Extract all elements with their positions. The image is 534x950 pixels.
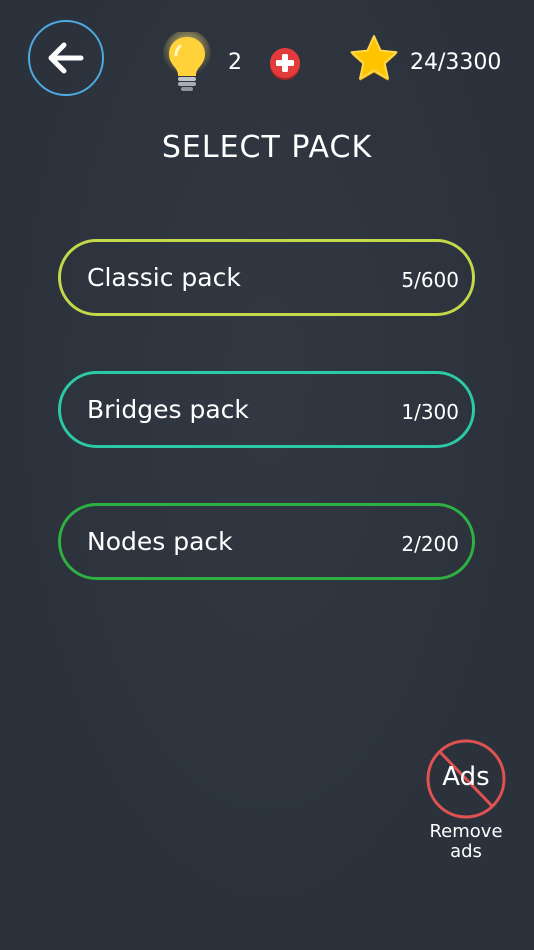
star-count: 24/3300: [410, 50, 502, 75]
pack-bridges-button[interactable]: Bridges pack 1/300: [58, 371, 475, 448]
pack-progress: 1/300: [401, 400, 459, 424]
pack-name: Bridges pack: [87, 395, 249, 424]
star-icon: [350, 35, 398, 81]
hint-count: 2: [228, 50, 242, 75]
pack-name: Nodes pack: [87, 527, 233, 556]
no-ads-icon: Ads: [425, 738, 507, 820]
pack-name: Classic pack: [87, 263, 241, 292]
back-button[interactable]: [28, 20, 104, 96]
pack-progress: 5/600: [401, 268, 459, 292]
remove-ads-label-line2: ads: [450, 841, 482, 862]
lightbulb-icon: [163, 32, 211, 91]
arrow-left-icon: [48, 42, 84, 74]
pack-progress: 2/200: [401, 532, 459, 556]
no-ads-text: Ads: [442, 762, 490, 792]
page-title: SELECT PACK: [161, 130, 373, 165]
pack-classic-button[interactable]: Classic pack 5/600: [58, 239, 475, 316]
remove-ads-button[interactable]: Ads Remove ads: [420, 738, 512, 862]
remove-ads-label-line1: Remove: [429, 821, 503, 842]
add-hints-button[interactable]: [268, 47, 302, 81]
pack-nodes-button[interactable]: Nodes pack 2/200: [58, 503, 475, 580]
